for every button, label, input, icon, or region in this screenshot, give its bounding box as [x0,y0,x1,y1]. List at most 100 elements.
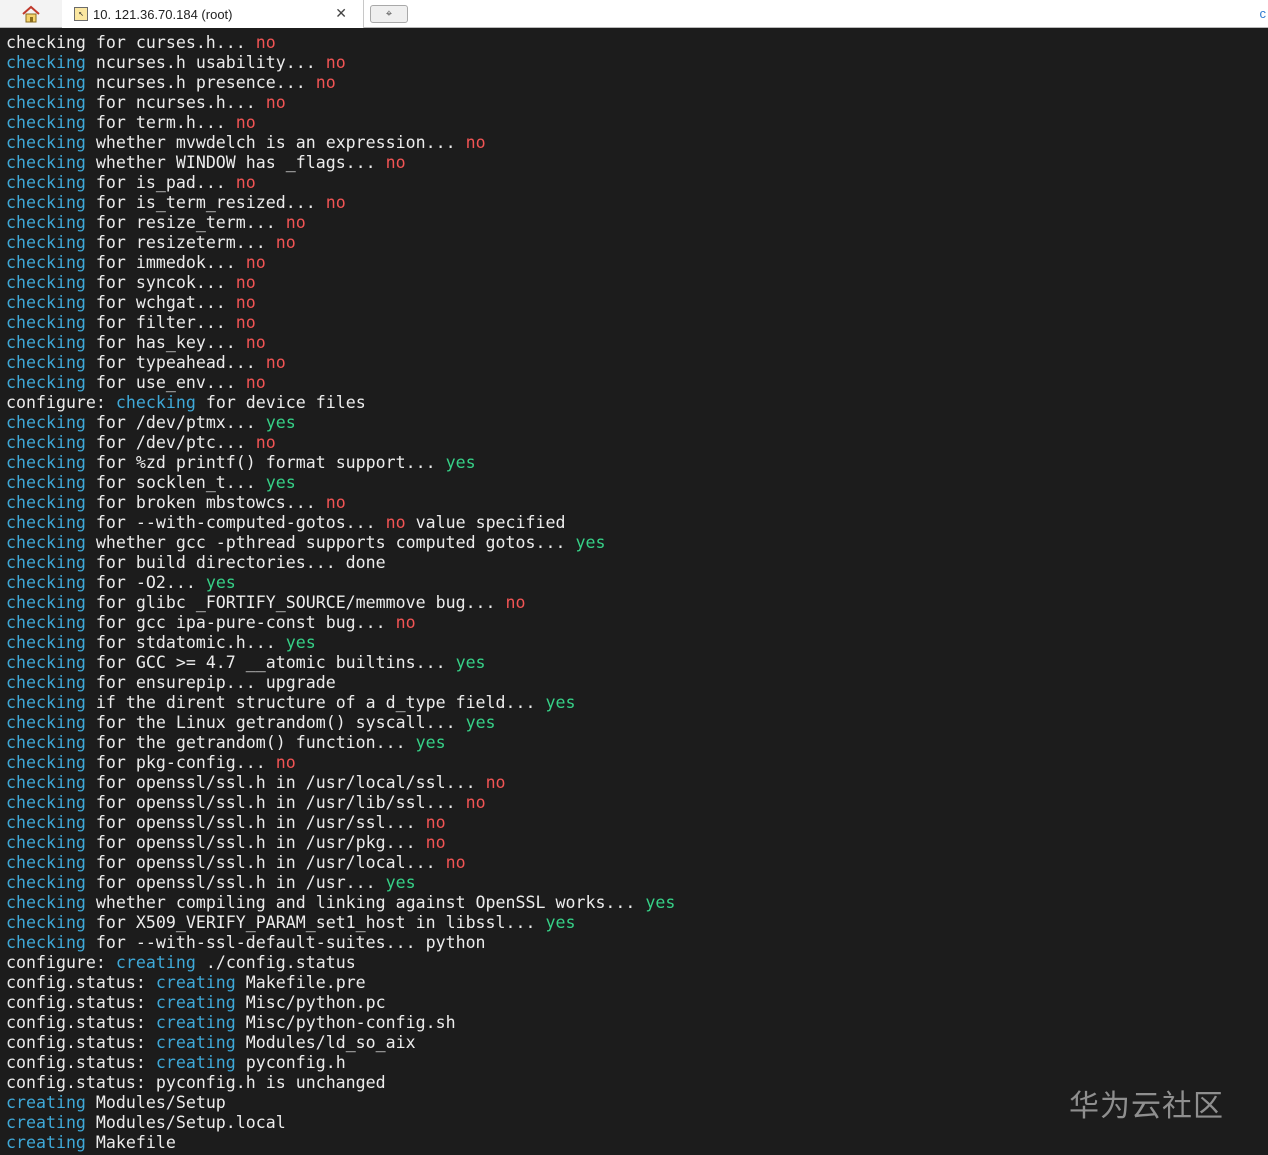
terminal-text: checking [6,73,86,92]
terminal-text: checking [6,233,86,252]
terminal-text: no [235,173,256,192]
session-tab[interactable]: ↖ 10. 121.36.70.184 (root) ✕ [62,0,364,28]
terminal-line: checking for openssl/ssl.h in /usr/ssl..… [6,813,1268,833]
terminal-text: for ensurepip... upgrade [85,673,336,692]
terminal-text: checking [6,553,86,572]
terminal-text: checking [6,853,86,872]
terminal-line: checking for filter... no [6,313,1268,333]
terminal-text: config.status: [6,993,156,1012]
terminal-text: for openssl/ssl.h in /usr/local/ssl... [85,773,486,792]
terminal-text: for openssl/ssl.h in /usr/local... [85,853,446,872]
terminal-text: for glibc _FORTIFY_SOURCE/memmove bug... [85,593,506,612]
terminal-text: config.status: pyconfig.h is unchanged [6,1073,386,1092]
terminal-text: for socklen_t... [85,473,266,492]
terminal-text: for resizeterm... [85,233,276,252]
terminal-text: for openssl/ssl.h in /usr/ssl... [85,813,426,832]
terminal-output[interactable]: checking for curses.h... no checking ncur… [0,33,1268,1155]
terminal-text: checking [6,253,86,272]
terminal-text: no [255,33,276,52]
terminal-text: checking [6,693,86,712]
terminal-text: Makefile [85,1133,176,1152]
terminal-text: no [235,293,256,312]
terminal-text: no [245,373,266,392]
terminal-text: creating [115,953,196,972]
terminal-text: creating [155,973,236,992]
terminal-line: checking whether gcc -pthread supports c… [6,533,1268,553]
terminal-text: no [315,73,336,92]
terminal-text: creating [6,1113,86,1132]
terminal-text: configure: [6,393,116,412]
terminal-text: ncurses.h usability... [85,53,326,72]
terminal-text: no [245,333,266,352]
terminal-text: yes [455,653,486,672]
terminal-text: creating [155,1033,236,1052]
terminal-text: checking [6,913,86,932]
terminal-line: checking for pkg-config... no [6,753,1268,773]
terminal-text: checking [6,713,86,732]
terminal-line: checking for openssl/ssl.h in /usr/lib/s… [6,793,1268,813]
terminal-text: for -O2... [85,573,206,592]
terminal-text: yes [205,573,236,592]
terminal-text: yes [285,633,316,652]
terminal-text: checking [6,673,86,692]
terminal-text: for term.h... [85,113,236,132]
terminal-text: configure: [6,953,116,972]
terminal-line: checking for --with-ssl-default-suites..… [6,933,1268,953]
window-edge-mark: c [1259,6,1267,21]
terminal-text: for gcc ipa-pure-const bug... [85,613,396,632]
terminal-line: configure: checking for device files [6,393,1268,413]
terminal-text: checking [6,893,86,912]
terminal-text: for the getrandom() function... [85,733,416,752]
terminal-text: checking [6,313,86,332]
terminal-line: config.status: creating Misc/python.pc [6,993,1268,1013]
terminal-text: no [505,593,526,612]
terminal-text: yes [645,893,676,912]
terminal-line: checking for has_key... no [6,333,1268,353]
terminal-text: checking [6,93,86,112]
terminal-line: checking for openssl/ssl.h in /usr/local… [6,773,1268,793]
terminal-line: checking for --with-computed-gotos... no… [6,513,1268,533]
terminal-text: checking [6,373,86,392]
terminal-text: no [235,273,256,292]
terminal-text: no [485,773,506,792]
close-icon[interactable]: ✕ [335,5,347,22]
terminal-text: no [465,793,486,812]
new-tab-icon: ⌖ [385,7,393,20]
terminal-text: value specified [405,513,566,532]
terminal-text: pyconfig.h [235,1053,346,1072]
terminal-line: checking for resizeterm... no [6,233,1268,253]
terminal-line: checking for openssl/ssl.h in /usr/pkg..… [6,833,1268,853]
terminal-line: checking for term.h... no [6,113,1268,133]
terminal-text: checking [6,613,86,632]
terminal-text: for immedok... [85,253,246,272]
terminal-text: checking [6,213,86,232]
terminal-text: checking [6,773,86,792]
terminal-text: creating [155,993,236,1012]
terminal-line: checking for openssl/ssl.h in /usr/local… [6,853,1268,873]
terminal-line: config.status: creating Misc/python-conf… [6,1013,1268,1033]
terminal-text: checking [6,593,86,612]
terminal-text: for the Linux getrandom() syscall... [85,713,466,732]
terminal-text: for resize_term... [85,213,286,232]
terminal-text: ./config.status [195,953,356,972]
terminal-text: config.status: [6,1053,156,1072]
terminal-text: checking [6,113,86,132]
terminal-text: checking [6,173,86,192]
terminal-text: checking [6,513,86,532]
terminal-text: yes [545,693,576,712]
terminal-text: checking [6,293,86,312]
terminal-text: checking [6,273,86,292]
terminal-text: no [385,153,406,172]
home-tab[interactable] [0,0,63,27]
terminal-text: checking [6,353,86,372]
terminal-text: for filter... [85,313,236,332]
terminal-text: whether compiling and linking against Op… [85,893,646,912]
terminal-text: checking [6,813,86,832]
terminal-line: checking for glibc _FORTIFY_SOURCE/memmo… [6,593,1268,613]
terminal-line: checking for is_pad... no [6,173,1268,193]
terminal-text: if the dirent structure of a d_type fiel… [85,693,546,712]
terminal-text: no [245,253,266,272]
terminal-line: checking for ensurepip... upgrade [6,673,1268,693]
new-tab-button[interactable]: ⌖ [370,5,408,23]
terminal-text: checking [6,793,86,812]
